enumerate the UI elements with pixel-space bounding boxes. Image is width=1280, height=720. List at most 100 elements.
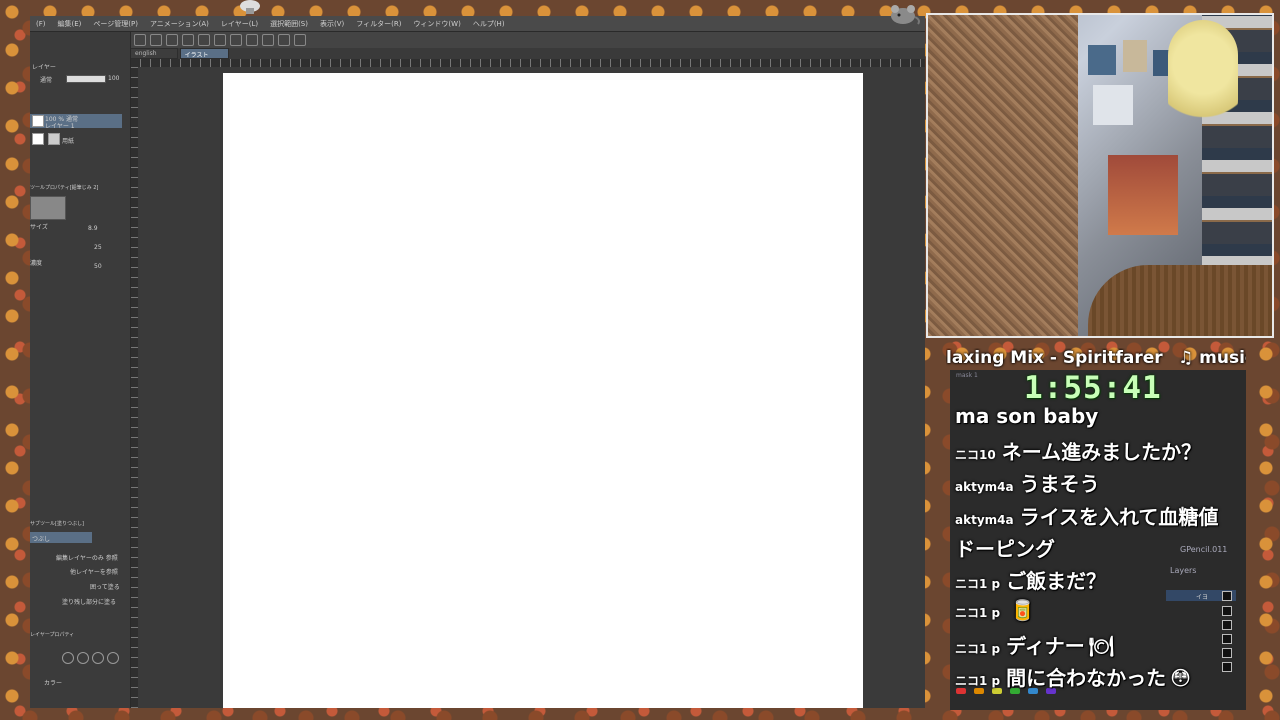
- effect-icon[interactable]: [77, 652, 89, 664]
- left-panel: レイヤー 通常 100 100 % 通常 レイヤー 1 用紙 ツールプロパティ[…: [30, 32, 131, 708]
- layer-thumbnail: [32, 115, 44, 127]
- visibility-checkbox[interactable]: [1222, 620, 1232, 630]
- flushed-face-icon: 😳: [1170, 666, 1191, 690]
- food-can-icon: 🥫: [1010, 598, 1036, 622]
- sub-tool-title: サブツール[塗りつぶし]: [30, 521, 84, 527]
- size-value[interactable]: 8.9: [88, 225, 98, 232]
- menu-edit[interactable]: 編集(E): [52, 19, 88, 29]
- menu-page[interactable]: ページ管理(P): [87, 19, 144, 29]
- open-file-icon[interactable]: [150, 34, 162, 46]
- horizontal-ruler: [130, 59, 925, 67]
- layer-property-title: レイヤープロパティ: [30, 632, 75, 638]
- chat-message: ニコ10 ネーム進みましたか？: [955, 436, 1201, 465]
- chat-username: ニコ1 p: [955, 577, 1001, 591]
- paint-app-window: (F) 編集(E) ページ管理(P) アニメーション(A) レイヤー(L) 選択…: [30, 16, 925, 708]
- selected-layer-name: イヨ: [1196, 594, 1209, 601]
- color-label[interactable]: カラー: [44, 678, 62, 687]
- ruler-icon[interactable]: [278, 34, 290, 46]
- opacity-value: 100: [108, 75, 120, 82]
- menu-view[interactable]: 表示(V): [314, 19, 350, 29]
- visibility-checkbox[interactable]: [1222, 634, 1232, 644]
- clear-icon[interactable]: [214, 34, 226, 46]
- transform-icon[interactable]: [246, 34, 258, 46]
- webcam-arm: [1088, 265, 1272, 336]
- mouse-icon: [891, 5, 920, 25]
- menu-window[interactable]: ウィンドウ(W): [407, 19, 466, 29]
- tab-english[interactable]: english: [130, 48, 178, 59]
- layer-panel-title: レイヤー: [32, 64, 56, 71]
- chat-message: ニコ1 p ディナー 🍽: [955, 630, 1114, 659]
- visibility-checkbox[interactable]: [1222, 648, 1232, 658]
- stream-timer: 1:55:41: [1024, 370, 1162, 406]
- menu-layer[interactable]: レイヤー(L): [215, 19, 264, 29]
- chat-username: ニコ1 p: [955, 642, 1001, 656]
- vertical-ruler: [130, 67, 138, 708]
- chat-message: ニコ1 p 間に合わなかった 😳: [955, 662, 1191, 691]
- undo-icon[interactable]: [182, 34, 194, 46]
- opacity-slider[interactable]: [66, 75, 106, 83]
- visibility-checkbox[interactable]: [1222, 662, 1232, 672]
- chat-username: aktym4a: [955, 480, 1014, 494]
- chat-message: ニコ1 p 🥫: [955, 598, 1035, 622]
- mask-label: mask 1: [956, 372, 978, 379]
- webcam-feed: [926, 13, 1274, 338]
- density-value[interactable]: 50: [94, 263, 102, 270]
- layer-2-name: 用紙: [62, 138, 75, 145]
- save-icon[interactable]: [166, 34, 178, 46]
- menu-help[interactable]: ヘルプ(H): [467, 19, 511, 29]
- gpencil-name[interactable]: GPencil.011: [1180, 545, 1227, 554]
- effect-icon[interactable]: [62, 652, 74, 664]
- layer-row-paper[interactable]: 用紙: [30, 132, 122, 146]
- option-enclose-fill[interactable]: 囲って塗る: [90, 582, 120, 591]
- settings-icon[interactable]: [294, 34, 306, 46]
- menu-file[interactable]: (F): [30, 20, 52, 28]
- music-title: laxing Mix - Spiritfarer: [946, 348, 1163, 368]
- chat-username: ニコ1 p: [955, 606, 1001, 620]
- chat-username: aktym4a: [955, 513, 1014, 527]
- option-edit-layer-only[interactable]: 編集レイヤーのみ 参照: [56, 553, 118, 562]
- menu-animation[interactable]: アニメーション(A): [144, 19, 215, 29]
- chat-message: ma son baby: [955, 404, 1098, 428]
- effect-icon[interactable]: [107, 652, 119, 664]
- chat-text: ライスを入れて血糖値: [1019, 505, 1219, 529]
- size-label: サイズ: [30, 224, 48, 231]
- value-2[interactable]: 25: [94, 244, 102, 251]
- tool-property-title: ツールプロパティ[鉛筆じみ 2]: [30, 185, 99, 191]
- layer-row-1[interactable]: 100 % 通常 レイヤー 1: [30, 114, 122, 130]
- chat-text: ドーピング: [955, 537, 1055, 561]
- chat-username: ニコ10: [955, 448, 996, 462]
- sub-tool-selected: つぶし: [32, 536, 51, 543]
- layer-1-name: レイヤー 1: [45, 123, 75, 130]
- tab-illust[interactable]: イラスト: [179, 48, 230, 59]
- menu-selection[interactable]: 選択範囲(S): [264, 19, 314, 29]
- chat-text: ご飯まだ？: [1006, 569, 1107, 593]
- chat-text: ディナー: [1006, 634, 1085, 658]
- pencil-icon[interactable]: [262, 34, 274, 46]
- layers-title: Layers: [1170, 566, 1197, 575]
- option-fill-gaps[interactable]: 塗り残し部分に塗る: [62, 597, 116, 606]
- webcam-plush-toy: [1168, 20, 1238, 130]
- drawing-canvas[interactable]: [223, 73, 863, 708]
- density-label: 濃度: [30, 260, 43, 267]
- layer-thumbnail: [32, 133, 44, 145]
- redo-icon[interactable]: [198, 34, 210, 46]
- chat-username: ニコ1 p: [955, 674, 1001, 688]
- chat-text: ma son baby: [955, 404, 1099, 428]
- chat-text: ネーム進みましたか？: [1001, 440, 1202, 464]
- paper-icon: [48, 133, 60, 145]
- effect-icon[interactable]: [92, 652, 104, 664]
- menu-filter[interactable]: フィルター(R): [350, 19, 407, 29]
- chat-message: aktym4a うまそう: [955, 468, 1100, 497]
- fill-icon[interactable]: [230, 34, 242, 46]
- blend-mode-select[interactable]: 通常: [40, 75, 52, 84]
- layer-effect-buttons: [62, 652, 119, 664]
- brush-preview: [30, 196, 66, 220]
- visibility-checkbox[interactable]: [1222, 591, 1232, 601]
- option-refer-other-layers[interactable]: 他レイヤーを参照: [70, 567, 118, 576]
- webcam-sweater: [928, 15, 1078, 336]
- visibility-checkbox[interactable]: [1222, 606, 1232, 616]
- canvas-area: [138, 67, 925, 708]
- new-file-icon[interactable]: [134, 34, 146, 46]
- menu-bar: (F) 編集(E) ページ管理(P) アニメーション(A) レイヤー(L) 選択…: [30, 16, 925, 32]
- chat-message: ドーピング: [955, 533, 1055, 562]
